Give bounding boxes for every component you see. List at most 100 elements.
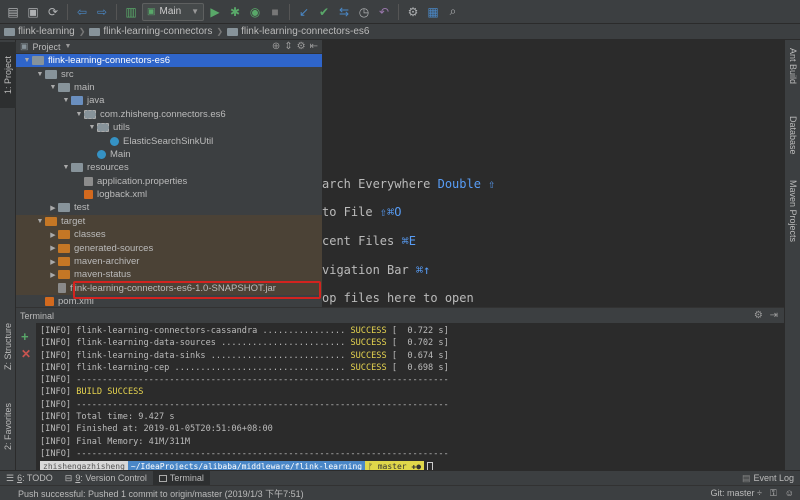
tree-item[interactable]: ▼ src — [16, 67, 322, 80]
tree-item-label: logback.xml — [97, 189, 148, 201]
run-config-select[interactable]: ▣ Main ▼ — [142, 2, 204, 21]
tree-item[interactable]: ▶ maven-status — [16, 268, 322, 282]
tree-item[interactable]: ▶ classes — [16, 228, 322, 242]
build-icon[interactable]: ▥ — [122, 3, 140, 21]
source-folder-icon — [71, 96, 83, 106]
forward-icon[interactable]: ⇨ — [93, 3, 111, 21]
back-icon[interactable]: ⇦ — [73, 3, 91, 21]
expand-right-icon[interactable]: ▶ — [48, 204, 58, 212]
tab-favorites[interactable]: 2: Favorites — [0, 392, 16, 462]
breadcrumb-label: flink-learning-connectors — [103, 26, 213, 37]
tree-item[interactable]: logback.xml — [16, 188, 322, 201]
breadcrumb-item[interactable]: flink-learning-connectors — [89, 26, 212, 37]
lock-icon[interactable]: ⚿ — [770, 488, 777, 499]
tab-database[interactable]: Database — [785, 116, 800, 166]
vcs-history-icon[interactable]: ◷ — [355, 3, 373, 21]
sync-icon[interactable]: ⟳ — [44, 3, 62, 21]
tree-item[interactable]: ▼ target — [16, 214, 322, 229]
tab-todo[interactable]: ☰ 6: TODO — [0, 471, 59, 486]
stop-icon[interactable]: ■ — [266, 3, 284, 21]
expand-down-icon[interactable]: ▼ — [35, 71, 45, 78]
excluded-folder-icon — [58, 270, 70, 280]
tab-project[interactable]: 1: Project — [0, 42, 16, 108]
tab-maven-projects[interactable]: Maven Projects — [785, 180, 800, 260]
hint-text: op files here to open — [322, 291, 474, 305]
expand-down-icon[interactable]: ▼ — [87, 124, 97, 131]
expand-down-icon[interactable]: ▼ — [61, 164, 71, 171]
expand-down-icon[interactable]: ▼ — [61, 97, 71, 104]
collapse-icon[interactable]: ⇕ — [284, 41, 292, 52]
tree-item[interactable]: ▼ main — [16, 81, 322, 94]
expand-right-icon[interactable]: ▶ — [48, 258, 58, 266]
project-view-select[interactable]: Project — [33, 42, 61, 52]
tree-item-label: maven-status — [74, 269, 132, 281]
expand-right-icon[interactable]: ▶ — [48, 244, 58, 252]
status-message[interactable]: Push successful: Pushed 1 commit to orig… — [18, 487, 304, 500]
hint-navigation-bar: vigation Bar ⌘↑ — [322, 263, 430, 277]
open-icon[interactable]: ▤ — [4, 3, 22, 21]
expand-down-icon[interactable]: ▼ — [74, 111, 84, 118]
tree-item-label: Main — [110, 148, 131, 160]
excluded-folder-icon — [45, 216, 57, 226]
toolbar-divider — [398, 3, 399, 20]
breadcrumb-item[interactable]: flink-learning — [4, 26, 75, 37]
tab-ant-build[interactable]: Ant Build — [785, 48, 800, 108]
tree-item[interactable]: ▶ maven-archiver — [16, 254, 322, 269]
expand-right-icon[interactable]: ▶ — [48, 271, 58, 279]
tab-structure[interactable]: Z: Structure — [0, 312, 16, 382]
coverage-icon[interactable]: ◉ — [246, 3, 264, 21]
expand-down-icon[interactable]: ▼ — [22, 57, 32, 64]
tab-version-control[interactable]: ⊟ 9: Version Control — [59, 471, 153, 486]
toolbar-divider — [116, 3, 117, 20]
vcs-revert-icon[interactable]: ↶ — [375, 3, 393, 21]
tree-item[interactable]: ▼ flink-learning-connectors-es6 — [16, 54, 322, 68]
search-icon[interactable]: ⌕ — [444, 3, 462, 21]
tree-item[interactable]: ▼ resources — [16, 161, 322, 174]
terminal-timing: [ 0.698 s] — [386, 362, 449, 373]
folder-icon — [4, 27, 15, 36]
project-structure-icon[interactable]: ▦ — [424, 3, 442, 21]
locate-icon[interactable]: ⊕ — [272, 41, 280, 52]
terminal-output[interactable]: [INFO] flink-learning-connectors-cassand… — [40, 325, 780, 473]
tree-item[interactable]: ▼ utils — [16, 121, 322, 134]
excluded-folder-icon — [58, 257, 70, 267]
tree-item[interactable]: ▼ java — [16, 94, 322, 107]
terminal-line-text: [INFO] flink-learning-data-sources .....… — [40, 338, 351, 349]
terminal-title: Terminal — [20, 310, 55, 321]
new-session-icon[interactable]: + — [21, 329, 29, 344]
breadcrumb-item[interactable]: flink-learning-connectors-es6 — [227, 26, 369, 37]
gear-icon[interactable]: ⚙ — [297, 41, 306, 52]
hide-icon[interactable]: ⇤ — [310, 41, 318, 52]
hint-search-everywhere: arch Everywhere Double ⇧ — [322, 177, 495, 191]
settings-icon[interactable]: ⚙ — [404, 3, 422, 21]
chevron-right-icon: ❯ — [216, 27, 224, 36]
chevron-down-icon[interactable]: ▼ — [65, 43, 72, 50]
tab-ant-build-label: Ant Build — [788, 48, 798, 85]
tree-item[interactable]: ▶ test — [16, 201, 322, 214]
hide-icon[interactable]: ⇥ — [770, 310, 778, 321]
tree-item[interactable]: ElasticSearchSinkUtil — [16, 134, 322, 147]
editor-area: arch Everywhere Double ⇧ to File ⇧⌘O cen… — [322, 40, 784, 307]
run-icon[interactable]: ▶ — [206, 3, 224, 21]
tree-item-label: src — [61, 68, 74, 80]
save-icon[interactable]: ▣ — [24, 3, 42, 21]
vcs-update-icon[interactable]: ↙ — [295, 3, 313, 21]
expand-right-icon[interactable]: ▶ — [48, 231, 58, 239]
vcs-commit-icon[interactable]: ✔ — [315, 3, 333, 21]
tree-item[interactable]: Main — [16, 148, 322, 161]
expand-down-icon[interactable]: ▼ — [48, 84, 58, 91]
hint-shortcut: ⌘E — [401, 234, 416, 248]
tree-item[interactable]: ▶ generated-sources — [16, 241, 322, 255]
gear-icon[interactable]: ⚙ — [754, 310, 763, 321]
close-session-icon[interactable]: ✕ — [21, 347, 31, 361]
tree-item[interactable]: ▼ com.zhisheng.connectors.es6 — [16, 108, 322, 121]
git-branch-widget[interactable]: Git: master ÷ — [710, 488, 761, 498]
tree-item[interactable]: application.properties — [16, 175, 322, 188]
debug-icon[interactable]: ✱ — [226, 3, 244, 21]
inspector-icon[interactable]: ☺ — [785, 488, 794, 498]
expand-down-icon[interactable]: ▼ — [35, 218, 45, 225]
vcs-compare-icon[interactable]: ⇆ — [335, 3, 353, 21]
tree-item-label: main — [74, 81, 95, 93]
tab-terminal[interactable]: Terminal — [152, 470, 210, 486]
tab-event-log[interactable]: ▤ Event Log — [742, 473, 800, 484]
